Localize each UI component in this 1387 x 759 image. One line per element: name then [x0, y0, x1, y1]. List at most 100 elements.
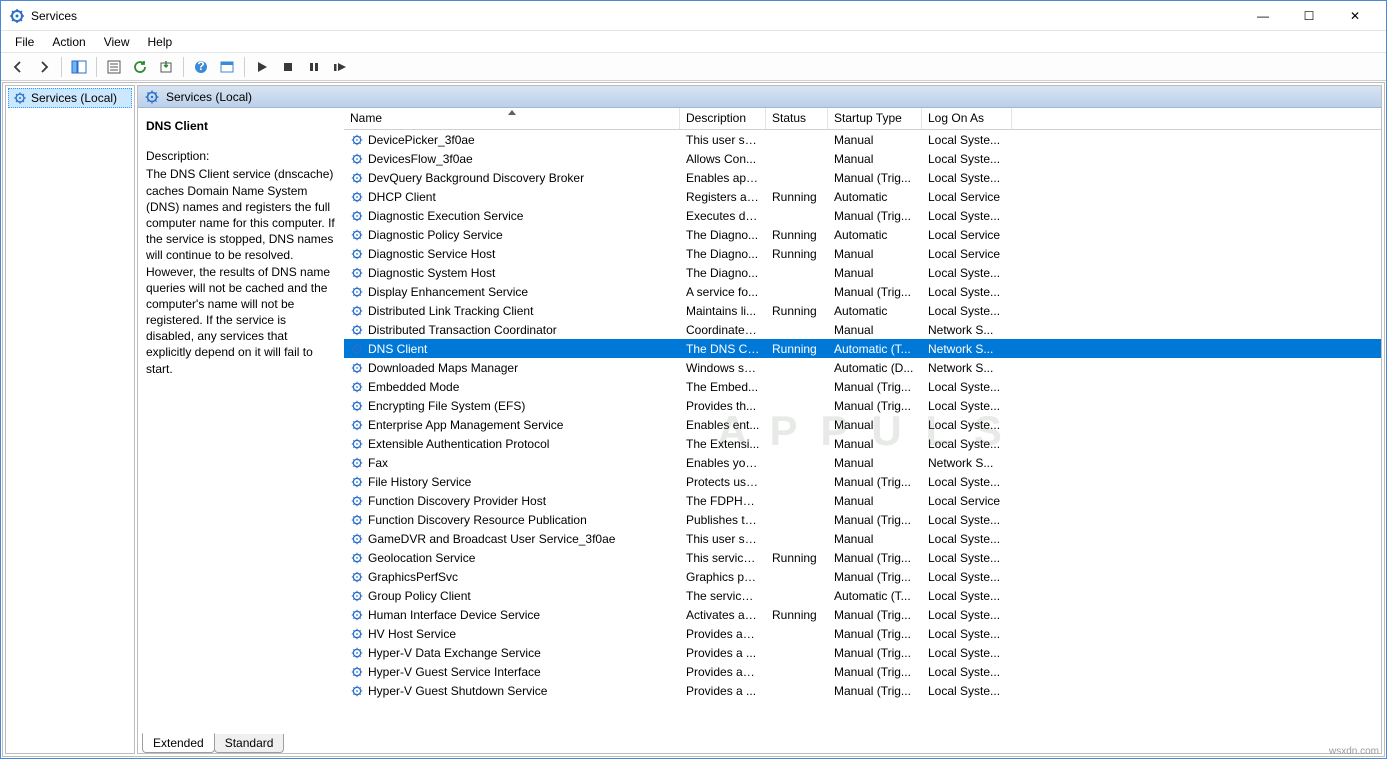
service-row[interactable]: Display Enhancement ServiceA service fo.… — [344, 282, 1381, 301]
toolbar-show-hide-button[interactable] — [67, 55, 91, 79]
menu-view[interactable]: View — [96, 33, 138, 51]
service-logon: Local Syste... — [922, 380, 1012, 394]
toolbar-stop-button[interactable] — [276, 55, 300, 79]
service-name: DNS Client — [368, 342, 427, 356]
service-row[interactable]: DevicesFlow_3f0aeAllows Con...ManualLoca… — [344, 149, 1381, 168]
gear-icon — [350, 171, 364, 185]
service-row[interactable]: Hyper-V Guest Service InterfaceProvides … — [344, 662, 1381, 681]
column-header-description[interactable]: Description — [680, 108, 766, 129]
column-header-startup-type[interactable]: Startup Type — [828, 108, 922, 129]
toolbar-back-button[interactable] — [6, 55, 30, 79]
service-logon: Local Syste... — [922, 304, 1012, 318]
toolbar-pause-button[interactable] — [302, 55, 326, 79]
menubar: FileActionViewHelp — [1, 31, 1386, 53]
service-startup: Automatic (T... — [828, 342, 922, 356]
toolbar-separator — [61, 57, 62, 77]
service-logon: Network S... — [922, 342, 1012, 356]
service-row[interactable]: DevQuery Background Discovery BrokerEnab… — [344, 168, 1381, 187]
service-desc: Enables app... — [680, 171, 766, 185]
service-row[interactable]: Diagnostic Policy ServiceThe Diagno...Ru… — [344, 225, 1381, 244]
toolbar-export-button[interactable] — [154, 55, 178, 79]
service-row[interactable]: Downloaded Maps ManagerWindows se...Auto… — [344, 358, 1381, 377]
gear-icon — [350, 532, 364, 546]
service-desc: Provides an ... — [680, 627, 766, 641]
pause-icon — [308, 61, 320, 73]
back-icon — [11, 60, 25, 74]
column-header-name[interactable]: Name — [344, 108, 680, 129]
service-name: Hyper-V Guest Service Interface — [368, 665, 541, 679]
menu-action[interactable]: Action — [44, 33, 93, 51]
minimize-button[interactable]: — — [1240, 1, 1286, 31]
service-row[interactable]: Hyper-V Guest Shutdown ServiceProvides a… — [344, 681, 1381, 700]
toolbar-play-button[interactable] — [250, 55, 274, 79]
service-row[interactable]: DNS ClientThe DNS Cli...RunningAutomatic… — [344, 339, 1381, 358]
service-row[interactable]: Diagnostic Service HostThe Diagno...Runn… — [344, 244, 1381, 263]
toolbar-refresh-button[interactable] — [128, 55, 152, 79]
gear-icon — [13, 91, 27, 105]
service-row[interactable]: Distributed Transaction CoordinatorCoord… — [344, 320, 1381, 339]
service-row[interactable]: Function Discovery Provider HostThe FDPH… — [344, 491, 1381, 510]
service-row[interactable]: Geolocation ServiceThis service ...Runni… — [344, 548, 1381, 567]
service-name: Diagnostic Service Host — [368, 247, 495, 261]
service-logon: Local Service — [922, 190, 1012, 204]
service-row[interactable]: Diagnostic System HostThe Diagno...Manua… — [344, 263, 1381, 282]
service-row[interactable]: File History ServiceProtects use...Manua… — [344, 472, 1381, 491]
service-logon: Network S... — [922, 456, 1012, 470]
service-row[interactable]: DevicePicker_3f0aeThis user se...ManualL… — [344, 130, 1381, 149]
service-row[interactable]: Extensible Authentication ProtocolThe Ex… — [344, 434, 1381, 453]
toolbar-forward-button[interactable] — [32, 55, 56, 79]
tree-item-services-local[interactable]: Services (Local) — [8, 88, 132, 108]
svg-text:?: ? — [197, 60, 204, 73]
service-row[interactable]: Encrypting File System (EFS)Provides th.… — [344, 396, 1381, 415]
service-name: Embedded Mode — [368, 380, 459, 394]
service-logon: Local Syste... — [922, 551, 1012, 565]
menu-file[interactable]: File — [7, 33, 42, 51]
service-desc: The Extensi... — [680, 437, 766, 451]
service-row[interactable]: Function Discovery Resource PublicationP… — [344, 510, 1381, 529]
service-desc: Graphics pe... — [680, 570, 766, 584]
service-name: Human Interface Device Service — [368, 608, 540, 622]
maximize-button[interactable]: ☐ — [1286, 1, 1332, 31]
gear-icon — [350, 551, 364, 565]
column-header-log-on-as[interactable]: Log On As — [922, 108, 1012, 129]
service-status: Running — [766, 190, 828, 204]
toolbar-properties-button[interactable] — [102, 55, 126, 79]
service-desc: A service fo... — [680, 285, 766, 299]
gear-icon — [350, 589, 364, 603]
service-name: Diagnostic Execution Service — [368, 209, 523, 223]
view-tabs: ExtendedStandard — [138, 731, 283, 753]
service-row[interactable]: Embedded ModeThe Embed...Manual (Trig...… — [344, 377, 1381, 396]
service-row[interactable]: Distributed Link Tracking ClientMaintain… — [344, 301, 1381, 320]
list-rows[interactable]: DevicePicker_3f0aeThis user se...ManualL… — [344, 130, 1381, 753]
service-logon: Local Syste... — [922, 133, 1012, 147]
service-startup: Manual (Trig... — [828, 285, 922, 299]
column-header-status[interactable]: Status — [766, 108, 828, 129]
service-desc: Registers an... — [680, 190, 766, 204]
service-row[interactable]: Human Interface Device Service Activates … — [344, 605, 1381, 624]
service-row[interactable]: FaxEnables you...ManualNetwork S... — [344, 453, 1381, 472]
tab-standard[interactable]: Standard — [214, 734, 285, 753]
close-button[interactable]: ✕ — [1332, 1, 1378, 31]
toolbar-help-button[interactable]: ? — [189, 55, 213, 79]
service-row[interactable]: Group Policy ClientThe service ...Automa… — [344, 586, 1381, 605]
service-row[interactable]: Enterprise App Management ServiceEnables… — [344, 415, 1381, 434]
description-label: Description: — [146, 148, 336, 164]
service-row[interactable]: Hyper-V Data Exchange ServiceProvides a … — [344, 643, 1381, 662]
service-row[interactable]: HV Host ServiceProvides an ...Manual (Tr… — [344, 624, 1381, 643]
toolbar-help2-button[interactable] — [215, 55, 239, 79]
menu-help[interactable]: Help — [140, 33, 181, 51]
gear-icon — [350, 342, 364, 356]
tab-extended[interactable]: Extended — [142, 733, 215, 753]
service-row[interactable]: Diagnostic Execution ServiceExecutes dia… — [344, 206, 1381, 225]
service-row[interactable]: GameDVR and Broadcast User Service_3f0ae… — [344, 529, 1381, 548]
footer-note: wsxdn.com — [1329, 746, 1379, 757]
service-row[interactable]: DHCP ClientRegisters an...RunningAutomat… — [344, 187, 1381, 206]
service-desc: Provides th... — [680, 399, 766, 413]
service-logon: Local Syste... — [922, 532, 1012, 546]
gear-icon — [350, 418, 364, 432]
properties-icon — [107, 60, 121, 74]
toolbar-restart-button[interactable] — [328, 55, 352, 79]
service-desc: Activates an... — [680, 608, 766, 622]
service-startup: Manual (Trig... — [828, 646, 922, 660]
service-row[interactable]: GraphicsPerfSvcGraphics pe...Manual (Tri… — [344, 567, 1381, 586]
